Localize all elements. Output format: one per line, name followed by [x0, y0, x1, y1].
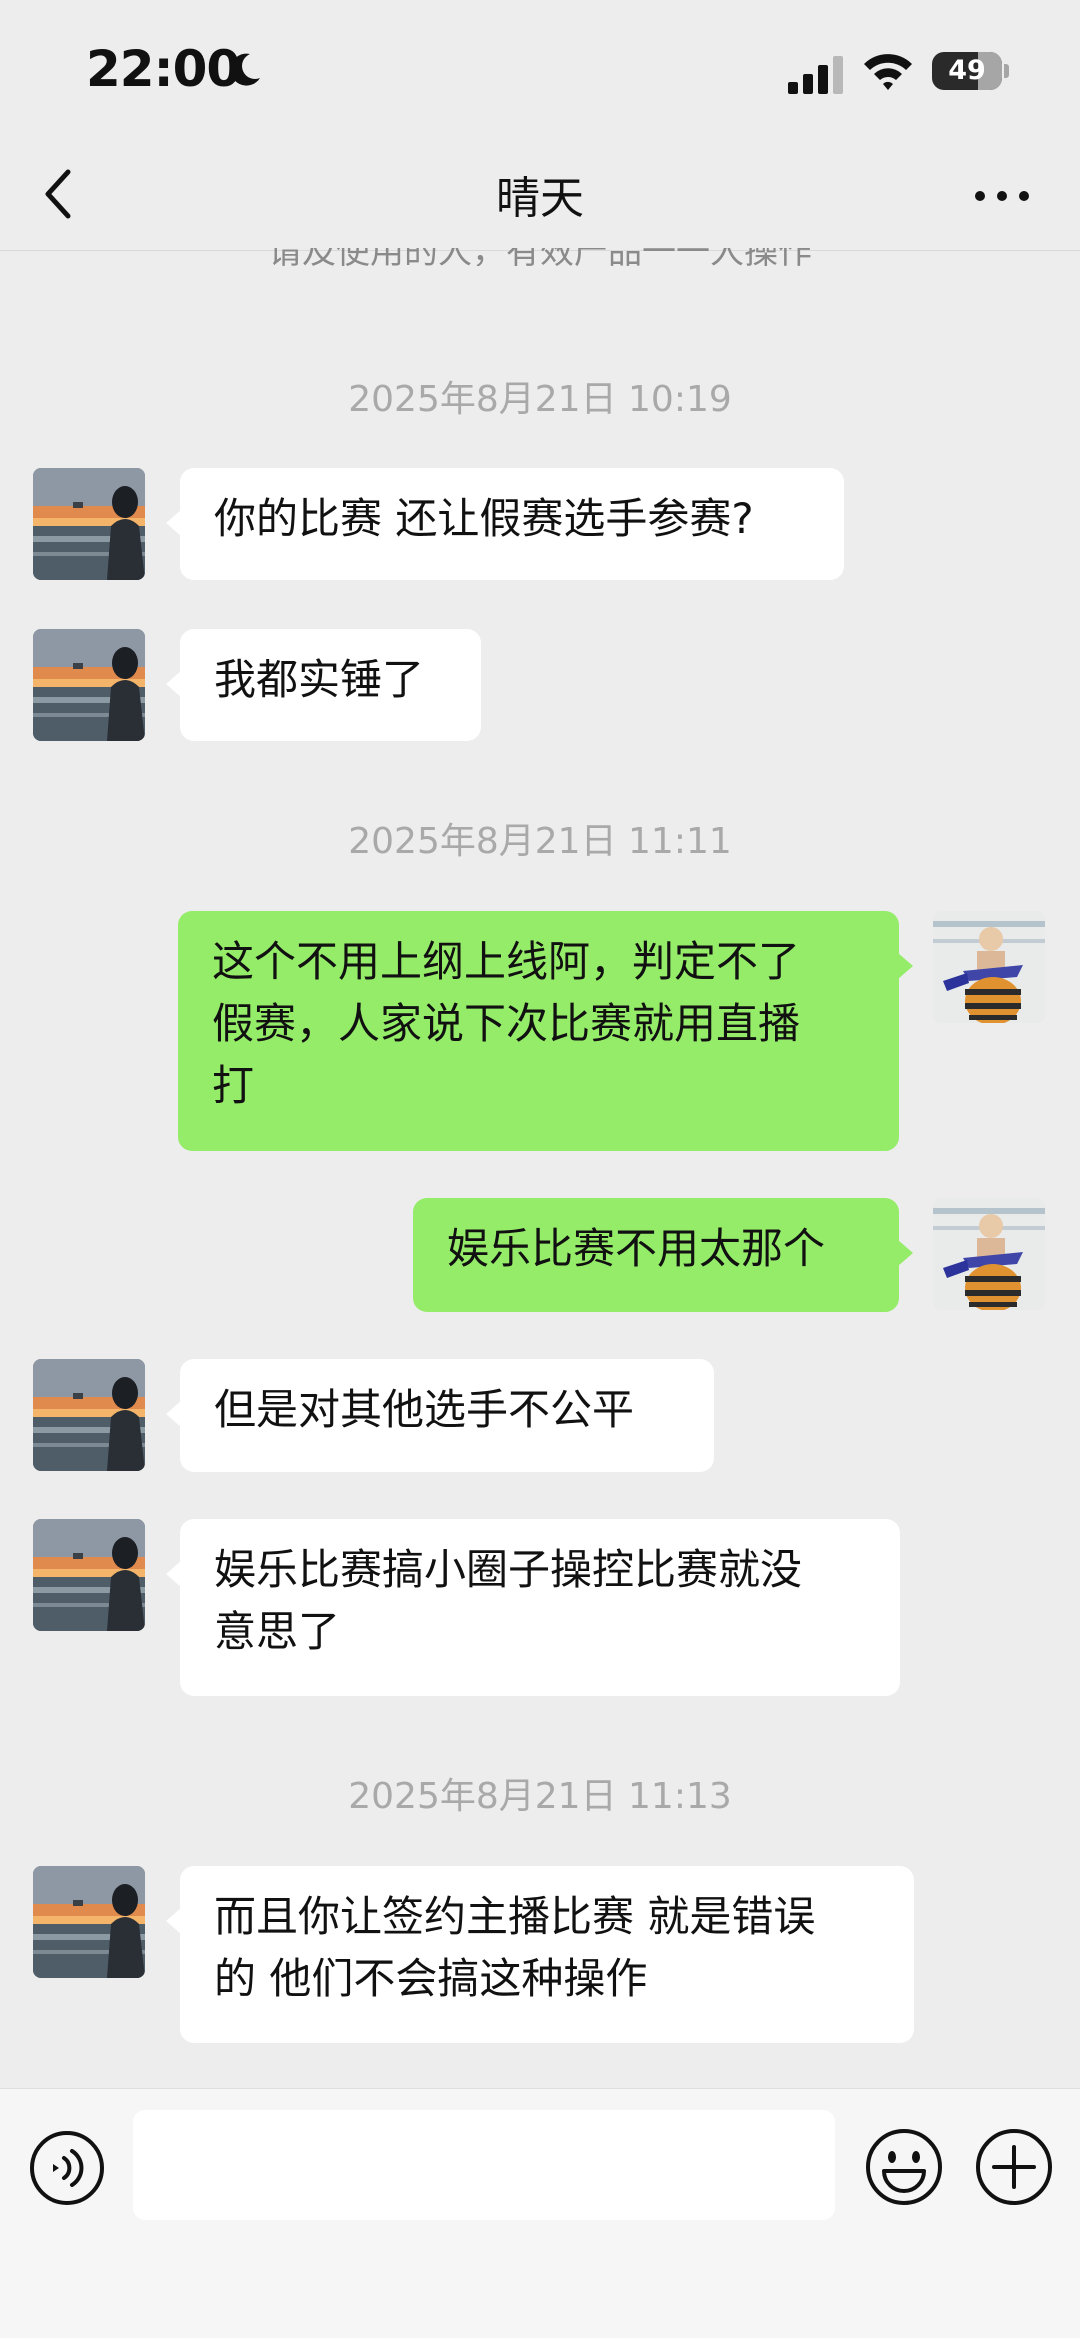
message-input-bar — [0, 2088, 1080, 2338]
outgoing-message-bubble[interactable]: 这个不用上纲上线阿，判定不了 假赛，人家说下次比赛就用直播 打 — [178, 911, 913, 1151]
contact-avatar[interactable] — [33, 1866, 145, 1978]
my-avatar[interactable] — [933, 1198, 1045, 1310]
wifi-icon — [864, 54, 912, 90]
message-timestamp: 2025年8月21日 11:13 — [348, 1776, 732, 1817]
incoming-message-bubble[interactable]: 你的比赛 还让假赛选手参赛? — [166, 468, 844, 580]
status-bar: 22:00 49 — [0, 0, 1080, 140]
contact-avatar[interactable] — [33, 1519, 145, 1631]
signal-icon — [788, 56, 843, 94]
battery-tip — [1004, 64, 1009, 78]
incoming-message-bubble[interactable]: 但是对其他选手不公平 — [166, 1359, 714, 1472]
contact-avatar[interactable] — [33, 468, 145, 580]
voice-icon[interactable] — [28, 2129, 106, 2207]
plus-icon[interactable] — [974, 2127, 1054, 2207]
chat-header: 晴天 — [0, 140, 1080, 251]
status-time: 22:00 — [86, 40, 241, 98]
emoji-icon[interactable] — [864, 2127, 944, 2207]
incoming-message-bubble[interactable]: 而且你让签约主播比赛 就是错误 的 他们不会搞这种操作 — [166, 1866, 914, 2043]
clipped-previous-message: 请及使用的人，有效产品一一人操作 — [0, 248, 1080, 266]
chat-title: 晴天 — [496, 173, 584, 224]
incoming-message-bubble[interactable]: 我都实锤了 — [166, 629, 481, 741]
contact-avatar[interactable] — [33, 629, 145, 741]
message-input[interactable] — [133, 2110, 835, 2220]
outgoing-message-bubble[interactable]: 娱乐比赛不用太那个 — [413, 1198, 913, 1312]
battery-indicator: 49 — [932, 52, 1002, 90]
message-timestamp: 2025年8月21日 11:11 — [348, 821, 732, 862]
contact-avatar[interactable] — [33, 1359, 145, 1471]
battery-level: 49 — [948, 55, 986, 86]
moon-icon — [230, 53, 260, 86]
message-timestamp: 2025年8月21日 10:19 — [348, 379, 732, 420]
more-dots-icon[interactable] — [972, 184, 1032, 208]
incoming-message-bubble[interactable]: 娱乐比赛搞小圈子操控比赛就没 意思了 — [166, 1519, 900, 1696]
my-avatar[interactable] — [933, 911, 1045, 1023]
